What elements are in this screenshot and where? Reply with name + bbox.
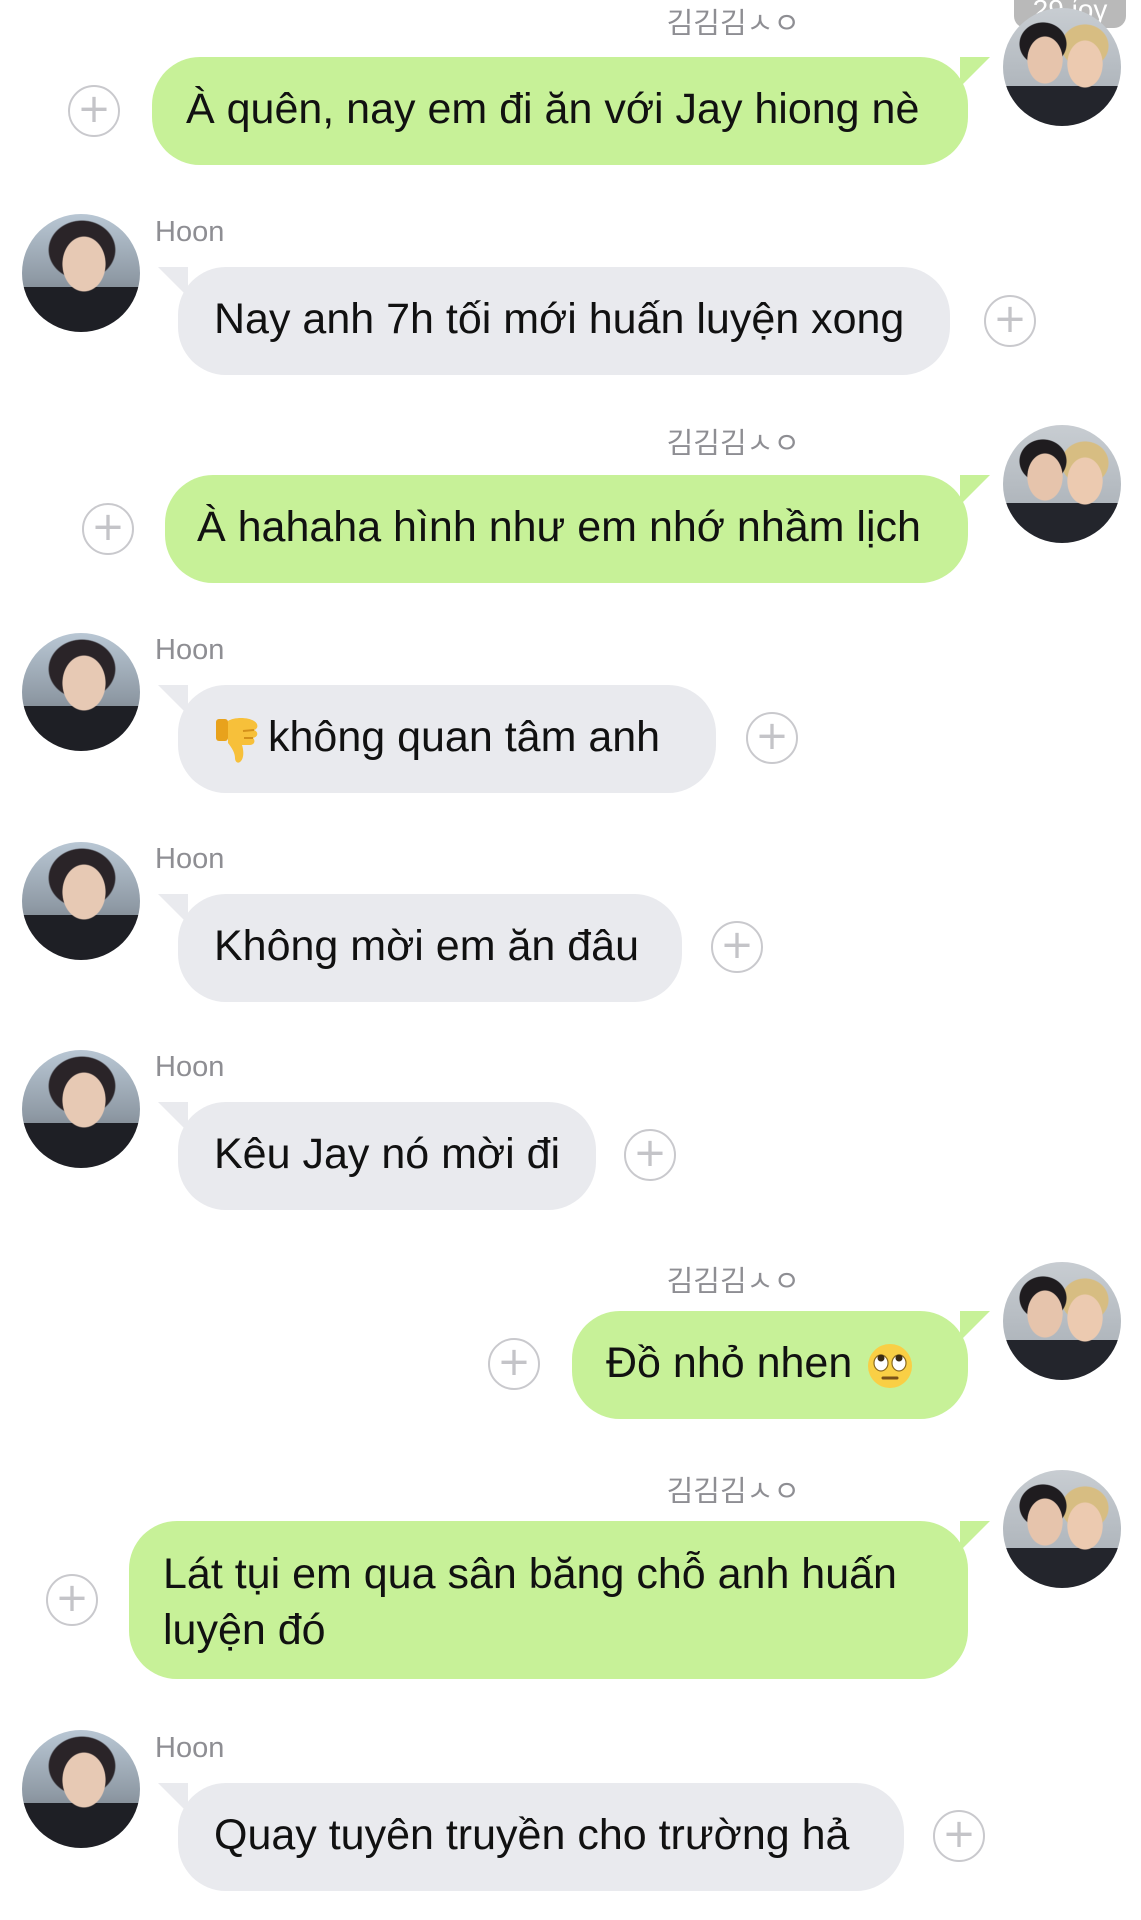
partner-avatar[interactable] — [22, 633, 140, 751]
add-reaction-button[interactable]: + — [711, 921, 763, 973]
face-with-rolling-eyes-icon — [868, 1343, 913, 1388]
my-avatar[interactable] — [1003, 425, 1121, 543]
message-text-line: Lát tụi em qua sân băng chỗ anh huấn — [163, 1550, 897, 1598]
my-avatar[interactable] — [1003, 1470, 1121, 1588]
add-reaction-button[interactable]: + — [746, 712, 798, 764]
sender-name: 김김김ㅅㅇ — [666, 1476, 800, 1508]
sender-name: Hoon — [155, 1732, 225, 1764]
partner-avatar[interactable] — [22, 842, 140, 960]
my-avatar[interactable] — [1003, 8, 1121, 126]
message-text: Đồ nhỏ nhen — [606, 1339, 853, 1387]
sender-name: Hoon — [155, 634, 225, 666]
bubble-tail — [960, 1521, 990, 1551]
message-text: Không mời em ăn đâu — [214, 922, 640, 970]
message-bubble[interactable]: Quay tuyên truyền cho trường hả — [178, 1783, 904, 1891]
add-reaction-button[interactable]: + — [46, 1574, 98, 1626]
message-text: Quay tuyên truyền cho trường hả — [214, 1811, 850, 1859]
sender-name: 김김김ㅅㅇ — [666, 8, 800, 40]
message-text-line: luyện đó — [163, 1606, 326, 1654]
sender-name: Hoon — [155, 216, 225, 248]
message-text: Nay anh 7h tối mới huấn luyện xong — [214, 295, 905, 343]
message-bubble[interactable]: À hahaha hình như em nhớ nhầm lịch — [165, 475, 968, 583]
sender-name: 김김김ㅅㅇ — [666, 1266, 800, 1298]
bubble-tail — [960, 1311, 990, 1341]
add-reaction-button[interactable]: + — [624, 1129, 676, 1181]
sender-name: 김김김ㅅㅇ — [666, 428, 800, 460]
partner-avatar[interactable] — [22, 1730, 140, 1848]
message-bubble[interactable]: À quên, nay em đi ăn với Jay hiong nè — [152, 57, 968, 165]
bubble-tail — [960, 475, 990, 505]
message-bubble[interactable]: Không mời em ăn đâu — [178, 894, 682, 1002]
add-reaction-button[interactable]: + — [984, 295, 1036, 347]
message-text: À quên, nay em đi ăn với Jay hiong nè — [186, 85, 920, 133]
thumbs-down-icon — [216, 717, 258, 763]
message-text: không quan tâm anh — [268, 713, 661, 761]
message-bubble[interactable]: không quan tâm anh — [178, 685, 716, 793]
message-text: À hahaha hình như em nhớ nhầm lịch — [197, 503, 921, 551]
my-avatar[interactable] — [1003, 1262, 1121, 1380]
message-text: Kêu Jay nó mời đi — [214, 1130, 561, 1178]
partner-avatar[interactable] — [22, 214, 140, 332]
partner-avatar[interactable] — [22, 1050, 140, 1168]
add-reaction-button[interactable]: + — [933, 1810, 985, 1862]
message-bubble[interactable]: Kêu Jay nó mời đi — [178, 1102, 596, 1210]
message-bubble[interactable]: Lát tụi em qua sân băng chỗ anh huấn luy… — [129, 1521, 968, 1679]
sender-name: Hoon — [155, 1051, 225, 1083]
add-reaction-button[interactable]: + — [82, 503, 134, 555]
bubble-tail — [960, 57, 990, 87]
add-reaction-button[interactable]: + — [488, 1338, 540, 1390]
add-reaction-button[interactable]: + — [68, 85, 120, 137]
sender-name: Hoon — [155, 843, 225, 875]
message-bubble[interactable]: Nay anh 7h tối mới huấn luyện xong — [178, 267, 950, 375]
message-bubble[interactable]: Đồ nhỏ nhen — [572, 1311, 968, 1419]
